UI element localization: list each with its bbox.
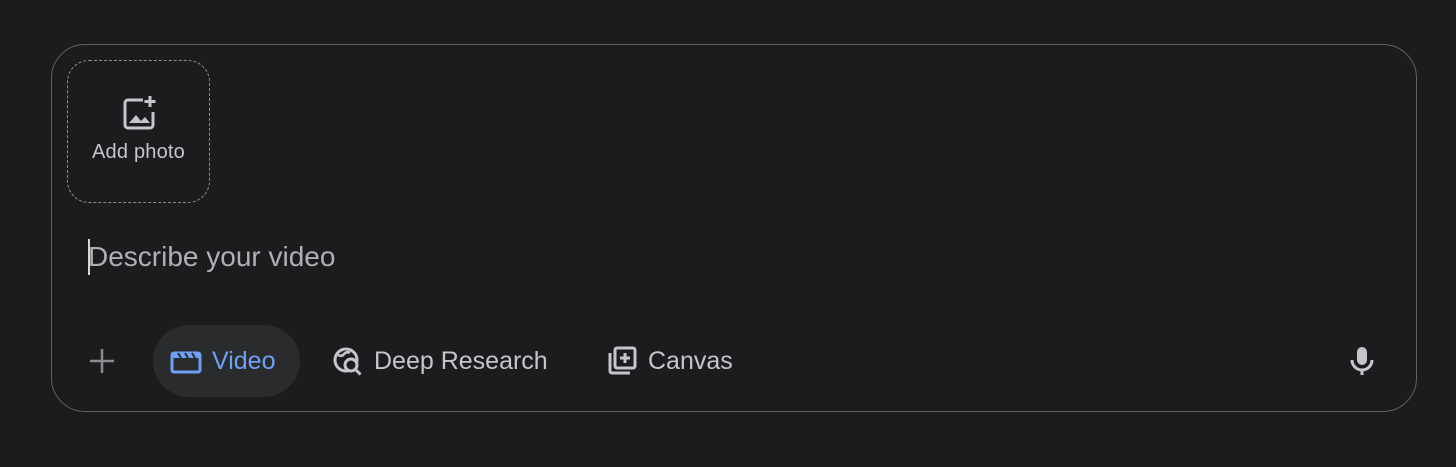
video-clapper-icon bbox=[170, 351, 202, 374]
tool-canvas-label: Canvas bbox=[648, 346, 733, 375]
canvas-icon bbox=[608, 346, 637, 375]
tool-deep-research-chip[interactable]: Deep Research bbox=[328, 325, 548, 397]
deep-research-icon bbox=[333, 347, 362, 376]
prompt-composer: Add photo Video Deep Research bbox=[51, 44, 1417, 412]
add-content-button[interactable] bbox=[82, 341, 122, 381]
tool-deep-research-label: Deep Research bbox=[374, 346, 548, 375]
tool-canvas-chip[interactable]: Canvas bbox=[602, 325, 733, 397]
tool-video-chip[interactable]: Video bbox=[153, 325, 300, 397]
text-caret bbox=[88, 239, 90, 275]
microphone-icon bbox=[1350, 347, 1374, 375]
add-photo-button[interactable]: Add photo bbox=[67, 60, 210, 203]
add-photo-label: Add photo bbox=[92, 141, 185, 163]
microphone-button[interactable] bbox=[1342, 341, 1382, 381]
add-photo-icon bbox=[123, 96, 155, 130]
tool-video-label: Video bbox=[212, 346, 276, 375]
prompt-input[interactable] bbox=[88, 235, 1368, 279]
composer-toolbar: Video Deep Research Canvas bbox=[52, 325, 1416, 397]
plus-icon bbox=[90, 349, 114, 373]
